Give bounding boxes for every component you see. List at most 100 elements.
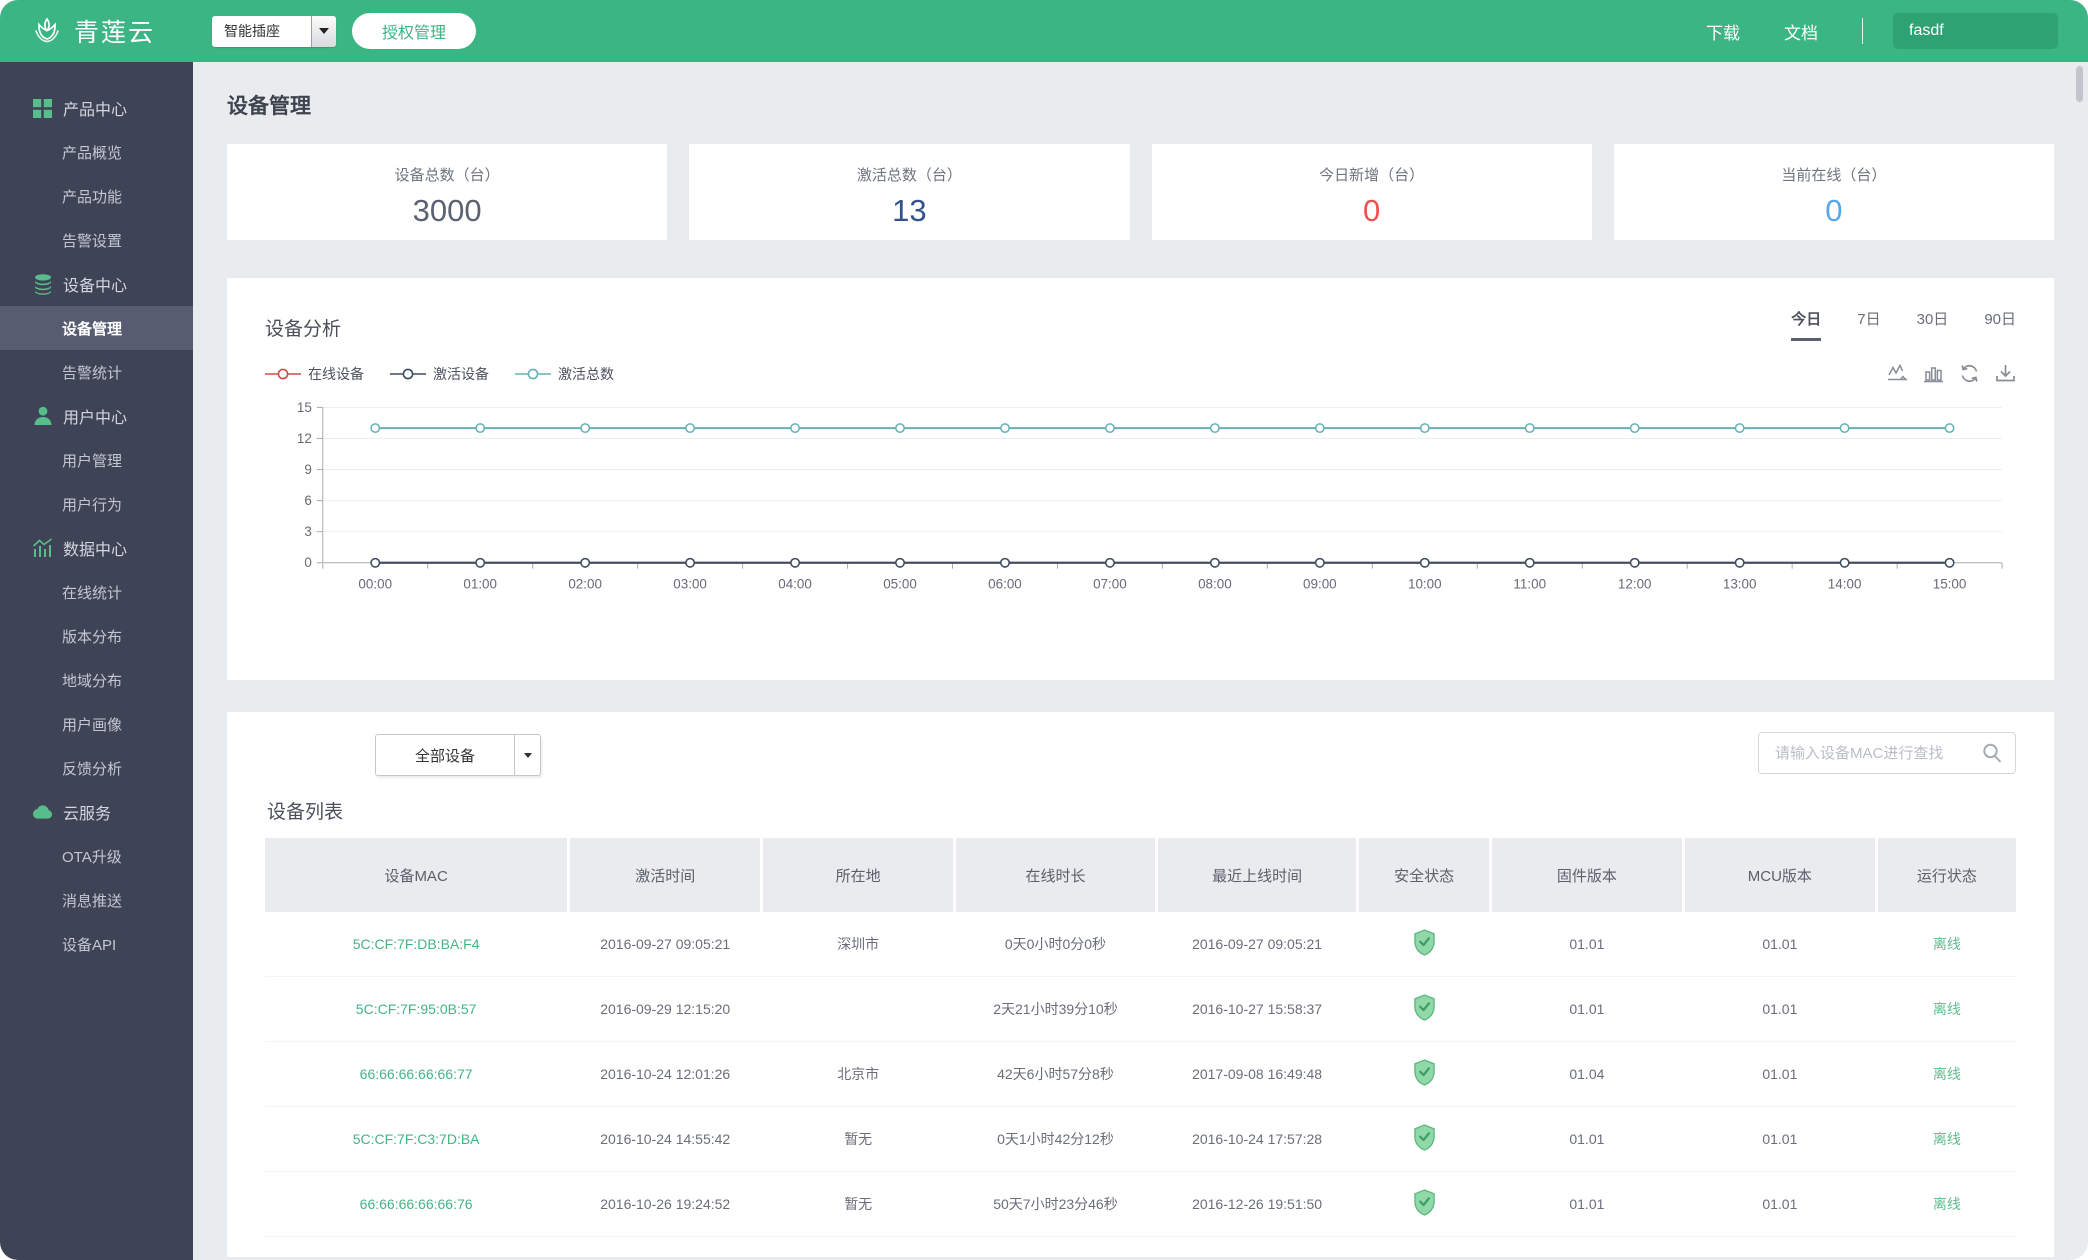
column-header: 所在地 xyxy=(763,838,953,912)
sidebar-item-label: 用户中心 xyxy=(63,404,127,428)
sidebar-item[interactable]: 告警统计 xyxy=(0,350,193,394)
product-select[interactable]: 智能插座 xyxy=(212,16,336,47)
device-filter-value: 全部设备 xyxy=(376,745,514,766)
firmware-cell: 01.01 xyxy=(1492,1172,1682,1236)
scrollbar-thumb[interactable] xyxy=(2076,66,2083,102)
sidebar-item[interactable]: 设备管理 xyxy=(0,306,193,350)
table-row[interactable]: 5C:CF:7F:95:0B:572016-09-29 12:15:202天21… xyxy=(265,977,2016,1042)
grid-icon xyxy=(32,98,53,119)
svg-text:04:00: 04:00 xyxy=(778,577,812,592)
activated-cell: 2016-09-29 12:15:20 xyxy=(570,977,760,1041)
line-chart[interactable]: 0369121500:0001:0002:0003:0004:0005:0006… xyxy=(265,390,2016,618)
sidebar-item[interactable]: 产品中心 xyxy=(0,86,193,130)
download-icon[interactable] xyxy=(1995,363,2016,384)
svg-text:12: 12 xyxy=(297,431,312,446)
sidebar-item[interactable]: OTA升级 xyxy=(0,834,193,878)
mac-search-input[interactable] xyxy=(1759,745,1981,762)
device-mac-link[interactable]: 66:66:66:66:66:77 xyxy=(265,1042,567,1106)
download-link[interactable]: 下载 xyxy=(1706,19,1740,44)
sidebar-item[interactable]: 数据中心 xyxy=(0,526,193,570)
product-select-value: 智能插座 xyxy=(212,21,311,41)
sidebar-item[interactable]: 用户行为 xyxy=(0,482,193,526)
location-cell: 北京市 xyxy=(763,1042,953,1106)
time-range-tab[interactable]: 30日 xyxy=(1917,308,1949,341)
table-row[interactable]: 66:66:66:66:66:762016-10-26 19:24:52暂无50… xyxy=(265,1172,2016,1237)
sidebar-item[interactable]: 告警设置 xyxy=(0,218,193,262)
device-list-panel: 设备列表 全部设备 设备MAC激活时间所在地在线时长最近 xyxy=(227,712,2054,1257)
docs-link[interactable]: 文档 xyxy=(1784,19,1818,44)
brand-name: 青莲云 xyxy=(74,13,155,49)
sidebar-item[interactable]: 版本分布 xyxy=(0,614,193,658)
svg-text:09:00: 09:00 xyxy=(1303,577,1337,592)
sidebar-item[interactable]: 在线统计 xyxy=(0,570,193,614)
location-cell: 暂无 xyxy=(763,1107,953,1171)
time-range-tab[interactable]: 7日 xyxy=(1857,308,1880,341)
sidebar-item[interactable]: 设备API xyxy=(0,922,193,966)
sidebar-item-label: 版本分布 xyxy=(62,626,122,647)
device-mac-link[interactable]: 5C:CF:7F:95:0B:57 xyxy=(265,977,567,1041)
device-mac-link[interactable]: 5C:CF:7F:DB:BA:F4 xyxy=(265,912,567,976)
sidebar-item[interactable]: 用户管理 xyxy=(0,438,193,482)
analysis-title: 设备分析 xyxy=(265,314,341,341)
user-menu[interactable]: fasdf xyxy=(1893,13,2058,49)
duration-cell: 0天1小时42分12秒 xyxy=(956,1107,1155,1171)
svg-text:10:00: 10:00 xyxy=(1408,577,1442,592)
user-icon xyxy=(32,406,53,427)
legend-item[interactable]: 激活总数 xyxy=(515,364,614,384)
sidebar-item[interactable]: 设备中心 xyxy=(0,262,193,306)
device-mac-link[interactable]: 66:66:66:66:66:76 xyxy=(265,1172,567,1236)
svg-text:01:00: 01:00 xyxy=(463,577,497,592)
device-filter-select[interactable]: 全部设备 xyxy=(375,734,541,776)
svg-text:3: 3 xyxy=(304,524,311,539)
table-row[interactable]: 5C:CF:7F:C3:7D:BA2016-10-24 14:55:42暂无0天… xyxy=(265,1107,2016,1172)
sidebar-item[interactable]: 产品功能 xyxy=(0,174,193,218)
legend-marker-icon xyxy=(265,368,301,380)
chevron-down-icon[interactable] xyxy=(311,16,336,47)
secure-shield-icon xyxy=(1413,929,1436,959)
refresh-icon[interactable] xyxy=(1959,363,1980,384)
activated-cell: 2016-10-24 14:55:42 xyxy=(570,1107,760,1171)
sidebar-item-label: OTA升级 xyxy=(62,846,122,867)
activated-cell: 2016-10-26 19:24:52 xyxy=(570,1172,760,1236)
stat-cards: 设备总数（台） 3000激活总数（台） 13今日新增（台） 0当前在线（台） 0 xyxy=(227,144,2054,240)
brand-logo[interactable]: 青莲云 xyxy=(30,13,155,49)
sidebar-item-label: 消息推送 xyxy=(62,890,122,911)
svg-text:0: 0 xyxy=(304,555,311,570)
status-cell: 离线 xyxy=(1878,1042,2016,1106)
sidebar-item[interactable]: 消息推送 xyxy=(0,878,193,922)
sidebar-item[interactable]: 用户中心 xyxy=(0,394,193,438)
line-chart-icon[interactable] xyxy=(1887,363,1908,384)
security-status-cell xyxy=(1359,1172,1489,1236)
activated-cell: 2016-10-24 12:01:26 xyxy=(570,1042,760,1106)
legend-item[interactable]: 激活设备 xyxy=(390,364,489,384)
mcu-cell: 01.01 xyxy=(1685,912,1875,976)
sidebar-item[interactable]: 反馈分析 xyxy=(0,746,193,790)
mcu-cell: 01.01 xyxy=(1685,1172,1875,1236)
time-range-tab[interactable]: 今日 xyxy=(1791,308,1821,341)
table-row[interactable]: 66:66:66:66:66:772016-10-24 12:01:26北京市4… xyxy=(265,1042,2016,1107)
mcu-cell: 01.01 xyxy=(1685,977,1875,1041)
device-list-title: 设备列表 xyxy=(267,797,343,824)
security-status-cell xyxy=(1359,1042,1489,1106)
authorization-management-button[interactable]: 授权管理 xyxy=(352,13,476,49)
sidebar-item[interactable]: 地域分布 xyxy=(0,658,193,702)
time-range-tab[interactable]: 90日 xyxy=(1984,308,2016,341)
legend-item[interactable]: 在线设备 xyxy=(265,364,364,384)
column-header: MCU版本 xyxy=(1685,838,1875,912)
sidebar-item[interactable]: 产品概览 xyxy=(0,130,193,174)
sidebar-item[interactable]: 云服务 xyxy=(0,790,193,834)
svg-text:02:00: 02:00 xyxy=(568,577,602,592)
device-mac-link[interactable]: 5C:CF:7F:C3:7D:BA xyxy=(265,1107,567,1171)
sidebar: 产品中心产品概览产品功能告警设置设备中心设备管理告警统计用户中心用户管理用户行为… xyxy=(0,62,193,1260)
sidebar-item-label: 用户画像 xyxy=(62,714,122,735)
last_online-cell: 2016-09-27 09:05:21 xyxy=(1158,912,1357,976)
column-header: 安全状态 xyxy=(1359,838,1489,912)
stat-card: 今日新增（台） 0 xyxy=(1152,144,1592,240)
chevron-down-icon[interactable] xyxy=(514,735,540,775)
sidebar-item[interactable]: 用户画像 xyxy=(0,702,193,746)
bar-chart-icon[interactable] xyxy=(1923,363,1944,384)
firmware-cell: 01.01 xyxy=(1492,1107,1682,1171)
search-icon[interactable] xyxy=(1981,742,2003,764)
table-row[interactable]: 5C:CF:7F:DB:BA:F42016-09-27 09:05:21深圳市0… xyxy=(265,912,2016,977)
stat-card: 设备总数（台） 3000 xyxy=(227,144,667,240)
